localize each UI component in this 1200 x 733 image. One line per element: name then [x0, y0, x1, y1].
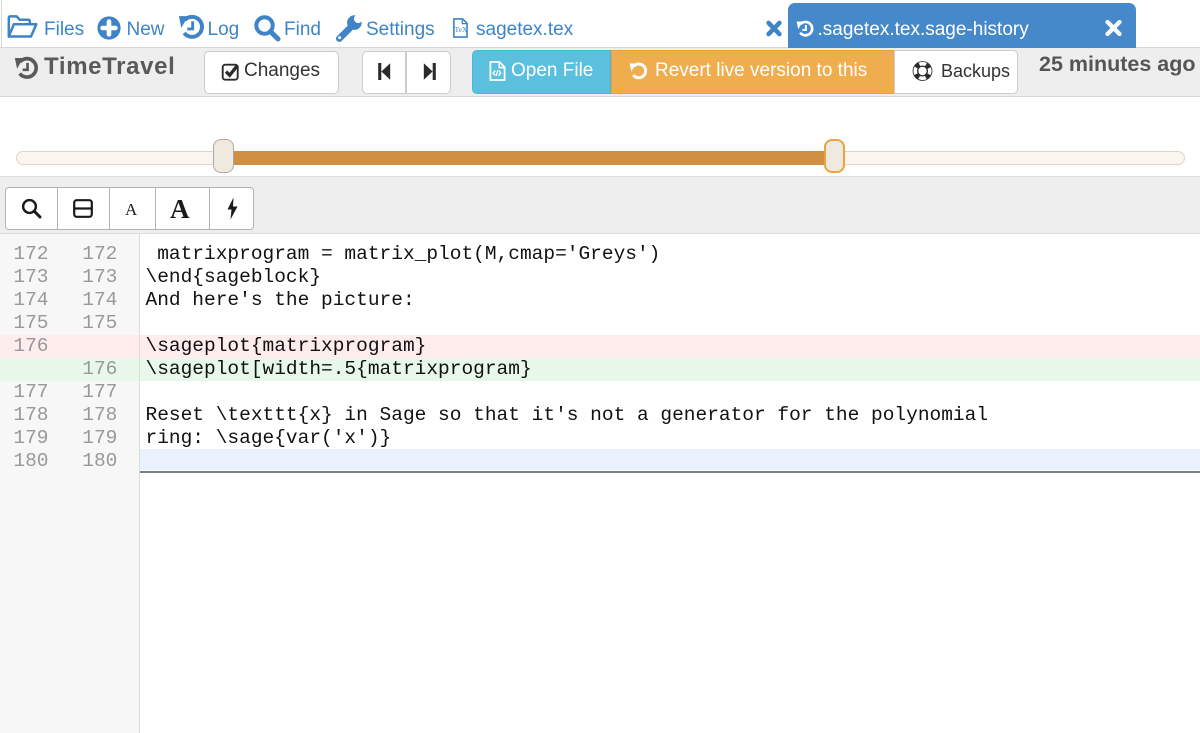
svg-text:TeX: TeX	[454, 25, 467, 34]
